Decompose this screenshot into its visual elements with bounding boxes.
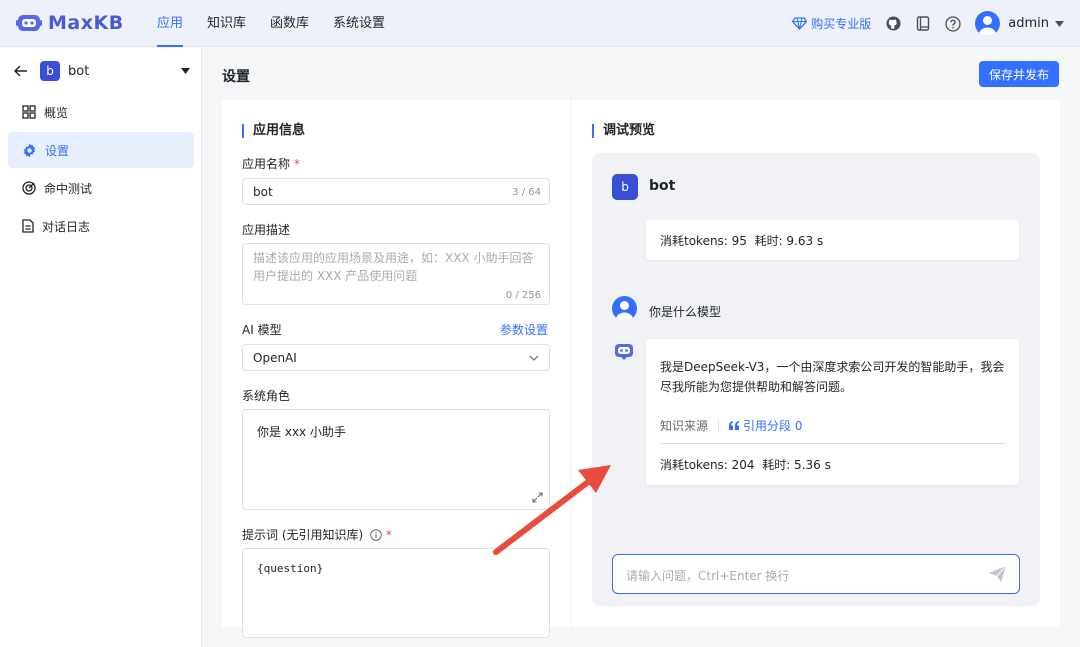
sidebar-item-overview[interactable]: 概览 bbox=[8, 94, 194, 130]
user-avatar bbox=[612, 296, 637, 321]
page-title: 设置 bbox=[222, 69, 250, 85]
document-icon bbox=[22, 219, 34, 233]
ai-model-select[interactable]: OpenAI bbox=[242, 344, 550, 371]
quote-segments-link[interactable]: 引用分段 0 bbox=[729, 417, 802, 434]
help-icon[interactable] bbox=[945, 15, 961, 32]
nav-item-system-settings[interactable]: 系统设置 bbox=[333, 0, 385, 47]
target-icon bbox=[22, 181, 36, 195]
chat-window: b bot 消耗tokens: 95 耗时: 9.63 s 你是什么模型 我是D… bbox=[592, 153, 1040, 606]
send-icon[interactable] bbox=[988, 565, 1007, 583]
sidebar-item-label: 概览 bbox=[44, 105, 69, 120]
bot-robot-icon bbox=[613, 341, 635, 364]
ai-model-value: OpenAI bbox=[253, 351, 297, 365]
nav-item-knowledge[interactable]: 知识库 bbox=[207, 0, 246, 47]
app-description-placeholder: 描述该应用的应用场景及用途，如：XXX 小助手回答用户提出的 XXX 产品使用问… bbox=[253, 251, 534, 283]
diamond-icon bbox=[792, 17, 808, 30]
nav-item-apps[interactable]: 应用 bbox=[157, 0, 184, 47]
answer-text: 我是DeepSeek-V3，一个由深度求索公司开发的智能助手，我会尽我所能为您提… bbox=[660, 360, 1005, 394]
app-name-input[interactable]: bot 3 / 64 bbox=[242, 178, 550, 205]
grid-icon bbox=[22, 105, 36, 119]
user-question: 你是什么模型 bbox=[649, 305, 722, 319]
ai-model-label: AI 模型 bbox=[242, 323, 282, 337]
app-info-panel: 应用信息 应用名称 * bot 3 / 64 应用描述 描述该应用的应用场景及用… bbox=[222, 100, 570, 638]
answer-stats: 消耗tokens: 204 耗时: 5.36 s bbox=[660, 458, 831, 472]
quote-icon bbox=[729, 421, 740, 430]
main-nav: 应用 知识库 函数库 系统设置 bbox=[157, 0, 409, 47]
prompt-textarea[interactable]: {question} bbox=[242, 548, 550, 638]
sidebar: b bot 概览 设置 命中测试 对话日志 bbox=[0, 48, 202, 647]
caret-down-icon[interactable] bbox=[1055, 20, 1064, 27]
buy-pro-link[interactable]: 购买专业版 bbox=[792, 15, 871, 32]
caret-down-icon[interactable] bbox=[181, 68, 190, 74]
nav-item-functions[interactable]: 函数库 bbox=[270, 0, 309, 47]
app-name-counter: 3 / 64 bbox=[512, 187, 541, 198]
top-right-tools: 购买专业版 admin bbox=[792, 0, 1064, 47]
knowledge-source-row: 知识来源 引用分段 0 bbox=[660, 417, 802, 434]
system-role-value: 你是 xxx 小助手 bbox=[257, 425, 346, 439]
app-name-label: 应用名称 * bbox=[242, 157, 300, 171]
gear-icon bbox=[23, 143, 36, 157]
book-icon[interactable] bbox=[915, 16, 931, 32]
bot-name: bot bbox=[649, 178, 676, 194]
github-icon[interactable] bbox=[885, 16, 901, 32]
system-role-label: 系统角色 bbox=[242, 389, 291, 403]
app-description-counter: 0 / 256 bbox=[505, 290, 541, 301]
knowledge-source-label: 知识来源 bbox=[660, 419, 709, 433]
debug-preview-panel: 调试预览 b bot 消耗tokens: 95 耗时: 9.63 s 你是什么模… bbox=[572, 100, 1060, 627]
username[interactable]: admin bbox=[1008, 16, 1049, 31]
buy-pro-label: 购买专业版 bbox=[811, 17, 872, 31]
bot-avatar: b bbox=[612, 174, 638, 200]
brand-name: MaxKB bbox=[48, 12, 124, 34]
sidebar-item-hit-test[interactable]: 命中测试 bbox=[8, 170, 194, 206]
divider bbox=[718, 419, 720, 432]
section-title-app-info: 应用信息 bbox=[242, 124, 305, 138]
divider bbox=[660, 443, 1005, 444]
app-badge: b bbox=[40, 61, 60, 81]
chat-question-input[interactable]: 请输入问题，Ctrl+Enter 换行 bbox=[612, 554, 1020, 594]
section-title-debug-preview: 调试预览 bbox=[592, 124, 655, 138]
sidebar-item-label: 设置 bbox=[45, 143, 70, 158]
sidebar-item-settings[interactable]: 设置 bbox=[8, 132, 194, 168]
sidebar-item-label: 对话日志 bbox=[42, 219, 91, 234]
app-selector[interactable]: b bot bbox=[14, 60, 190, 82]
logo[interactable]: MaxKB bbox=[16, 10, 124, 36]
maxkb-logo-icon bbox=[16, 11, 42, 35]
previous-answer-card: 消耗tokens: 95 耗时: 9.63 s bbox=[646, 220, 1019, 260]
prompt-label: 提示词 (无引用知识库) * bbox=[242, 528, 392, 542]
sidebar-item-label: 命中测试 bbox=[44, 181, 93, 196]
model-params-link[interactable]: 参数设置 bbox=[500, 321, 548, 338]
chat-input-placeholder: 请输入问题，Ctrl+Enter 换行 bbox=[626, 569, 790, 583]
sidebar-item-chat-logs[interactable]: 对话日志 bbox=[8, 208, 194, 244]
previous-answer-stats: 消耗tokens: 95 耗时: 9.63 s bbox=[660, 234, 824, 248]
app-name: bot bbox=[68, 63, 90, 79]
back-arrow-icon[interactable] bbox=[14, 65, 28, 77]
app-name-value: bot bbox=[253, 185, 273, 199]
user-avatar[interactable] bbox=[975, 11, 1001, 36]
system-role-textarea[interactable]: 你是 xxx 小助手 bbox=[242, 409, 550, 510]
app-description-textarea[interactable]: 描述该应用的应用场景及用途，如：XXX 小助手回答用户提出的 XXX 产品使用问… bbox=[242, 243, 550, 305]
chevron-down-icon bbox=[529, 355, 539, 361]
required-mark: * bbox=[385, 528, 392, 542]
save-and-publish-button[interactable]: 保存并发布 bbox=[979, 61, 1059, 87]
top-nav-bar: MaxKB 应用 知识库 函数库 系统设置 购买专业版 admin bbox=[0, 0, 1080, 47]
app-description-label: 应用描述 bbox=[242, 223, 291, 237]
answer-card: 我是DeepSeek-V3，一个由深度求索公司开发的智能助手，我会尽我所能为您提… bbox=[646, 339, 1019, 485]
info-icon[interactable] bbox=[370, 529, 382, 541]
prompt-value: {question} bbox=[257, 562, 324, 575]
expand-icon[interactable] bbox=[532, 492, 543, 503]
required-mark: * bbox=[293, 157, 300, 171]
